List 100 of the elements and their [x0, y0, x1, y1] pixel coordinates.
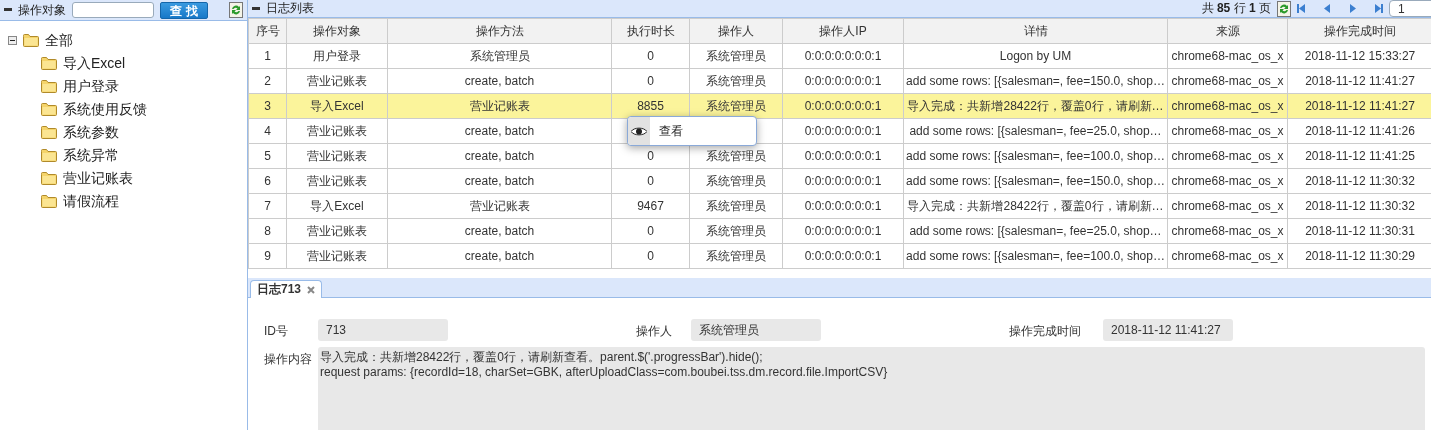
- ip-address: 0:0:0:0:0:0:0:1: [804, 99, 882, 113]
- method: create, batch: [464, 224, 535, 238]
- target-name: 导入Excel: [310, 198, 364, 213]
- finish-time: 2018-11-12 11:41:26: [1305, 124, 1415, 138]
- method: 营业记账表: [469, 198, 530, 213]
- source: chrome68-mac_os_x: [1171, 249, 1284, 263]
- method: 系统管理员: [469, 48, 530, 63]
- collapse-icon[interactable]: [8, 36, 17, 45]
- folder-icon: [41, 149, 57, 162]
- source: chrome68-mac_os_x: [1171, 199, 1284, 213]
- source: chrome68-mac_os_x: [1171, 124, 1284, 138]
- table-row[interactable]: 6 营业记账表 create, batch 0 系统管理员 0:0:0:0:0:0:0:1 add some rows: [{salesman=, fee=150.0, shop… chrome68-mac_os_x 2018-11-12 11:30:32: [248, 168, 1431, 194]
- column-header[interactable]: 来源: [1167, 18, 1288, 44]
- field-value: 系统管理员: [691, 319, 821, 341]
- page-number-field[interactable]: 1: [1389, 0, 1431, 17]
- duration: 0: [647, 49, 654, 63]
- field-value: 713: [318, 319, 448, 341]
- refresh-icon[interactable]: [1277, 0, 1291, 17]
- refresh-icon[interactable]: [229, 2, 243, 18]
- details: add some rows: [{salesman=, fee=25.0, shop…: [909, 124, 1162, 138]
- finish-time: 2018-11-12 11:41:25: [1305, 149, 1415, 163]
- duration: 0: [647, 74, 654, 88]
- tree-item[interactable]: 全部: [45, 31, 73, 50]
- target-name: 用户登录: [313, 48, 361, 63]
- source: chrome68-mac_os_x: [1171, 174, 1284, 188]
- operator: 系统管理员: [706, 48, 766, 63]
- method: create, batch: [464, 74, 535, 88]
- column-header[interactable]: 操作对象: [286, 18, 388, 44]
- table-row[interactable]: 1 用户登录 系统管理员 0 系统管理员 0:0:0:0:0:0:0:1 Logon by UM chrome68-mac_os_x 2018-11-12 15:33:27: [248, 43, 1431, 69]
- field-value: 2018-11-12 11:41:27: [1103, 319, 1233, 341]
- folder-icon: [41, 103, 57, 116]
- ip-address: 0:0:0:0:0:0:0:1: [804, 49, 882, 63]
- source: chrome68-mac_os_x: [1171, 224, 1284, 238]
- target-name: 营业记账表: [307, 223, 367, 238]
- duration: 0: [647, 224, 654, 238]
- row-number: 4: [264, 124, 271, 138]
- row-number: 6: [264, 174, 271, 188]
- target-name: 营业记账表: [307, 123, 367, 138]
- tree-item[interactable]: 用户登录: [63, 77, 119, 96]
- table-row[interactable]: 9 营业记账表 create, batch 0 系统管理员 0:0:0:0:0:0:0:1 add some rows: [{salesman=, fee=100.0, shop… chrome68-mac_os_x 2018-11-12 11:30:29: [248, 243, 1431, 269]
- collapse-icon[interactable]: [252, 6, 260, 11]
- operator: 系统管理员: [706, 98, 766, 113]
- column-header[interactable]: 操作人: [689, 18, 783, 44]
- first-page-icon[interactable]: [1297, 4, 1305, 13]
- column-header[interactable]: 执行时长: [611, 18, 690, 44]
- previous-page-icon[interactable]: [1323, 4, 1331, 13]
- folder-icon: [41, 172, 57, 185]
- row-number: 7: [264, 199, 271, 213]
- ip-address: 0:0:0:0:0:0:0:1: [804, 199, 882, 213]
- collapse-icon[interactable]: [4, 8, 12, 12]
- table-row[interactable]: 5 营业记账表 create, batch 0 系统管理员 0:0:0:0:0:0:0:1 add some rows: [{salesman=, fee=100.0, shop… chrome68-mac_os_x 2018-11-12 11:41:25: [248, 143, 1431, 169]
- folder-icon: [41, 195, 57, 208]
- ip-address: 0:0:0:0:0:0:0:1: [804, 174, 882, 188]
- row-number: 2: [264, 74, 271, 88]
- method: create, batch: [464, 124, 535, 138]
- column-header[interactable]: 操作方法: [387, 18, 612, 44]
- source: chrome68-mac_os_x: [1171, 74, 1284, 88]
- search-field[interactable]: [72, 2, 154, 18]
- tree-item[interactable]: 导入Excel: [63, 54, 126, 73]
- details: add some rows: [{salesman=, fee=100.0, shop…: [906, 249, 1165, 263]
- details: add some rows: [{salesman=, fee=100.0, shop…: [906, 149, 1165, 163]
- table-row[interactable]: 7 导入Excel 营业记账表 9467 系统管理员 0:0:0:0:0:0:0:1 导入完成：共新增28422行，覆盖0行，请刷新… chrome68-mac_os_x 2018-11-12 11:30:32: [248, 193, 1431, 219]
- ip-address: 0:0:0:0:0:0:0:1: [804, 224, 882, 238]
- eye-icon: [631, 126, 647, 136]
- tree-item[interactable]: 系统异常: [63, 146, 119, 165]
- tree-item[interactable]: 请假流程: [63, 192, 119, 211]
- details: add some rows: [{salesman=, fee=150.0, shop…: [906, 74, 1165, 88]
- detail-tab[interactable]: 日志713: [250, 280, 323, 298]
- table-row[interactable]: 8 营业记账表 create, batch 0 系统管理员 0:0:0:0:0:0:0:1 add some rows: [{salesman=, fee=25.0, shop… chrome68-mac_os_x 2018-11-12 11:30:31: [248, 218, 1431, 244]
- tree-item[interactable]: 系统使用反馈: [63, 100, 147, 119]
- table-row[interactable]: 3 导入Excel 营业记账表 8855 系统管理员 0:0:0:0:0:0:0:1 导入完成：共新增28422行，覆盖0行，请刷新… chrome68-mac_os_x 2018-11-12 11:41:27: [248, 93, 1431, 119]
- target-name: 营业记账表: [307, 73, 367, 88]
- method: 营业记账表: [469, 98, 530, 113]
- column-header[interactable]: 序号: [248, 18, 287, 44]
- field-label: 操作完成时间: [1009, 323, 1082, 340]
- operator: 系统管理员: [706, 148, 766, 163]
- column-header[interactable]: 详情: [903, 18, 1168, 44]
- row-number: 9: [264, 249, 271, 263]
- folder-icon: [41, 126, 57, 139]
- row-number: 5: [264, 149, 271, 163]
- column-header[interactable]: 操作人IP: [782, 18, 904, 44]
- ip-address: 0:0:0:0:0:0:0:1: [804, 249, 882, 263]
- tree-item[interactable]: 营业记账表: [63, 169, 133, 188]
- tree-item[interactable]: 系统参数: [63, 123, 119, 142]
- duration: 0: [647, 149, 654, 163]
- last-page-icon[interactable]: [1375, 4, 1383, 13]
- content-field: 导入完成：共新增28422行，覆盖0行，请刷新查看。parent.$('.progressBar').hide(); request params: {recordId=18, charSet=GBK, afterUploadClass=com.boubei.tss.dm.record.file.ImportCSV}: [318, 347, 1425, 430]
- column-header[interactable]: 操作完成时间: [1287, 18, 1431, 44]
- folder-icon: [41, 57, 57, 70]
- source: chrome68-mac_os_x: [1171, 149, 1284, 163]
- finish-time: 2018-11-12 11:41:27: [1305, 99, 1415, 113]
- next-page-icon[interactable]: [1349, 4, 1357, 13]
- table-row[interactable]: 2 营业记账表 create, batch 0 系统管理员 0:0:0:0:0:0:0:1 add some rows: [{salesman=, fee=150.0, shop… chrome68-mac_os_x 2018-11-12 11:41:27: [248, 68, 1431, 94]
- search-button[interactable]: 查 找: [160, 1, 208, 19]
- close-icon[interactable]: [307, 285, 316, 294]
- operator: 系统管理员: [706, 198, 766, 213]
- row-number: 1: [264, 49, 271, 63]
- duration: 8855: [637, 99, 664, 113]
- ip-address: 0:0:0:0:0:0:0:1: [804, 149, 882, 163]
- details: Logon by UM: [999, 49, 1072, 63]
